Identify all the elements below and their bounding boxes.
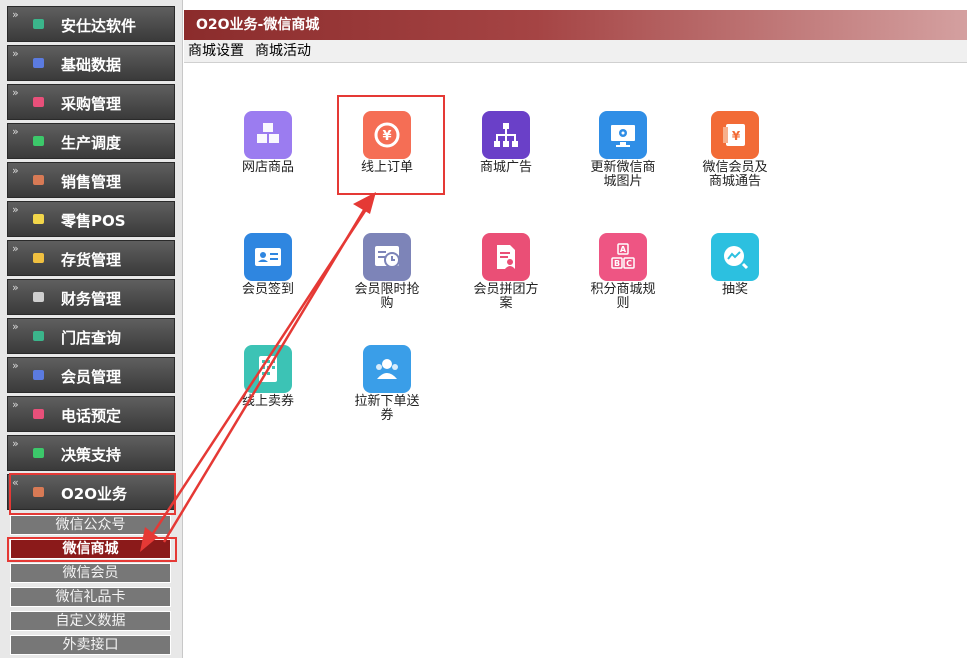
module-icon: [33, 97, 44, 107]
yen-card-icon: ¥: [711, 111, 759, 159]
tile-label: 拉新下单送券: [354, 394, 420, 423]
tile-update-images[interactable]: 更新微信商 城图片: [577, 111, 669, 189]
menubar: 商城设置 商城活动: [184, 40, 967, 63]
sidebar-item-purchasing[interactable]: » 采购管理: [7, 84, 175, 120]
tile-flash-sale[interactable]: 会员限时抢购: [341, 233, 433, 311]
sidebar-item-retail-pos[interactable]: » 零售POS: [7, 201, 175, 237]
sub-item-gift-card[interactable]: 微信礼品卡: [10, 587, 171, 607]
abc-blocks-icon: ABC: [599, 233, 647, 281]
module-icon: [33, 370, 44, 380]
sidebar-item-anshida[interactable]: » 安仕达软件: [7, 6, 175, 42]
sidebar-item-inventory[interactable]: » 存货管理: [7, 240, 175, 276]
sidebar-item-label: 安仕达软件: [61, 17, 137, 35]
module-icon: [33, 409, 44, 419]
sidebar-item-label: 零售POS: [61, 212, 126, 230]
arrowhead-up-icon: [353, 192, 376, 214]
sidebar-item-label: 存货管理: [61, 251, 122, 269]
coupon-icon: [244, 345, 292, 393]
id-card-icon: [244, 233, 292, 281]
double-chevron-icon: »: [12, 86, 19, 99]
sidebar-item-label: 基础数据: [61, 56, 122, 74]
sidebar-item-label: 决策支持: [61, 446, 122, 464]
sidebar-item-decision[interactable]: » 决策支持: [7, 435, 175, 471]
double-chevron-icon: »: [12, 47, 19, 60]
sidebar-item-member[interactable]: » 会员管理: [7, 357, 175, 393]
monitor-gear-icon: [599, 111, 647, 159]
sub-item-custom-data[interactable]: 自定义数据: [10, 611, 171, 631]
tile-label: 抽奖: [721, 282, 748, 297]
tile-label: 会员签到: [241, 282, 294, 297]
sub-item-wechat-official[interactable]: 微信公众号: [10, 515, 171, 535]
double-chevron-icon: »: [12, 398, 19, 411]
tile-shop-products[interactable]: 网店商品: [222, 111, 314, 175]
page-title: O2O业务-微信商城: [184, 10, 967, 40]
tile-sell-coupons[interactable]: 线上卖券: [222, 345, 314, 409]
module-icon: [33, 58, 44, 68]
tile-referral-coupons[interactable]: 拉新下单送券: [341, 345, 433, 423]
sidebar-item-label: 电话预定: [61, 407, 122, 425]
doc-user-icon: [482, 233, 530, 281]
users-icon: [363, 345, 411, 393]
svg-text:A: A: [620, 245, 627, 254]
svg-text:¥: ¥: [732, 129, 741, 143]
tile-group-buy[interactable]: 会员拼团方案: [460, 233, 552, 311]
tile-label: 更新微信商 城图片: [590, 160, 656, 189]
tile-label: 线上卖券: [241, 394, 294, 409]
double-chevron-icon: »: [12, 320, 19, 333]
tile-label: 积分商城规则: [590, 282, 656, 311]
double-chevron-icon: »: [12, 125, 19, 138]
tile-points-rules[interactable]: ABC 积分商城规则: [577, 233, 669, 311]
tile-lottery[interactable]: 抽奖: [689, 233, 781, 297]
double-chevron-icon: »: [12, 437, 19, 450]
sub-item-wechat-member[interactable]: 微信会员: [10, 563, 171, 583]
double-chevron-icon: »: [12, 164, 19, 177]
tile-member-notice[interactable]: ¥ 微信会员及 商城通告: [689, 111, 781, 189]
tile-mall-ads[interactable]: 商城广告: [460, 111, 552, 175]
chart-circle-icon: [711, 233, 759, 281]
cube-stack-icon: [244, 111, 292, 159]
double-chevron-icon: »: [12, 242, 19, 255]
module-icon: [33, 136, 44, 146]
module-icon: [33, 214, 44, 224]
module-icon: [33, 331, 44, 341]
sidebar-item-label: 销售管理: [61, 173, 122, 191]
svg-text:C: C: [626, 259, 632, 268]
tile-label: 会员限时抢购: [354, 282, 420, 311]
sidebar-item-label: 会员管理: [61, 368, 122, 386]
sidebar-item-label: 门店查询: [61, 329, 122, 347]
module-icon: [33, 175, 44, 185]
double-chevron-icon: »: [12, 281, 19, 294]
sidebar-item-basic-data[interactable]: » 基础数据: [7, 45, 175, 81]
org-chart-icon: [482, 111, 530, 159]
sidebar-item-label: 生产调度: [61, 134, 122, 152]
module-icon: [33, 253, 44, 263]
sidebar-item-label: 财务管理: [61, 290, 122, 308]
menu-mall-settings[interactable]: 商城设置: [188, 40, 244, 62]
double-chevron-icon: »: [12, 359, 19, 372]
double-chevron-icon: »: [12, 203, 19, 216]
sidebar-item-production[interactable]: » 生产调度: [7, 123, 175, 159]
highlight-o2o: [9, 473, 176, 515]
sidebar-item-phone-booking[interactable]: » 电话预定: [7, 396, 175, 432]
menu-mall-activities[interactable]: 商城活动: [255, 40, 311, 62]
svg-text:B: B: [614, 259, 620, 268]
highlight-online-orders: [337, 95, 445, 195]
double-chevron-icon: »: [12, 8, 19, 21]
sidebar-item-label: 采购管理: [61, 95, 122, 113]
highlight-wechat-mall: [7, 537, 177, 562]
tile-label: 微信会员及 商城通告: [702, 160, 768, 189]
tile-label: 网店商品: [241, 160, 294, 175]
tile-label: 商城广告: [479, 160, 532, 175]
sidebar-item-finance[interactable]: » 财务管理: [7, 279, 175, 315]
timer-list-icon: [363, 233, 411, 281]
sidebar-item-store-query[interactable]: » 门店查询: [7, 318, 175, 354]
tile-label: 会员拼团方案: [473, 282, 539, 311]
module-icon: [33, 19, 44, 29]
tile-member-checkin[interactable]: 会员签到: [222, 233, 314, 297]
module-icon: [33, 448, 44, 458]
sub-item-takeout-api[interactable]: 外卖接口: [10, 635, 171, 655]
sidebar-item-sales[interactable]: » 销售管理: [7, 162, 175, 198]
module-icon: [33, 292, 44, 302]
